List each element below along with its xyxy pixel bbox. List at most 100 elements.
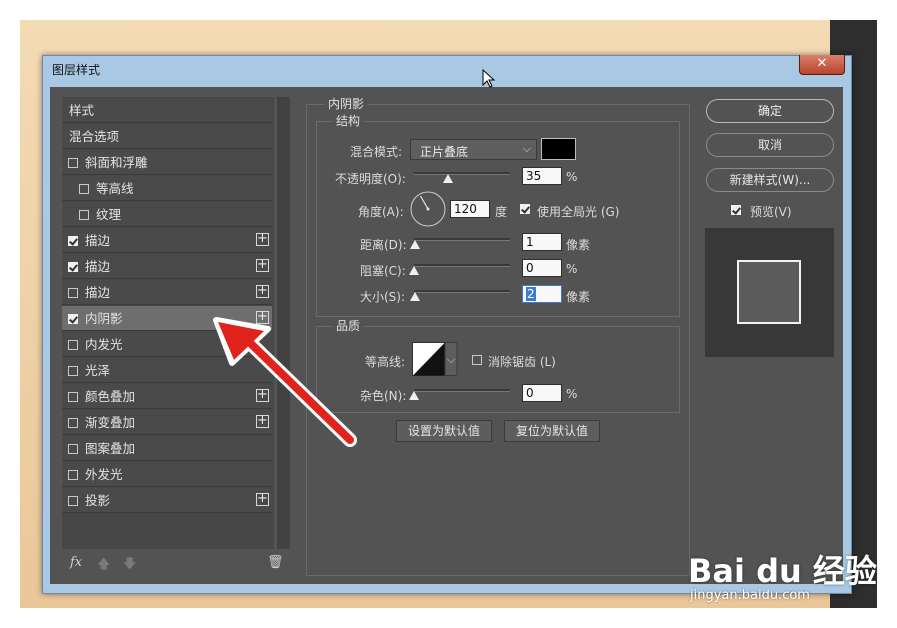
blend-mode-value: 正片叠底: [420, 145, 469, 159]
opacity-slider-thumb[interactable]: [442, 174, 453, 183]
red-arrow-annotation: [213, 317, 357, 447]
global-light-label: 使用全局光 (G): [537, 205, 620, 219]
distance-unit: 像素: [566, 238, 591, 252]
blend-mode-select[interactable]: 正片叠底 ⌵: [410, 139, 537, 160]
noise-input[interactable]: 0: [522, 384, 562, 402]
reset-default-button[interactable]: 复位为默认值: [504, 420, 600, 442]
style-list-checkbox[interactable]: [68, 314, 78, 324]
add-effect-icon[interactable]: +: [256, 258, 269, 272]
inner-shadow-title: 内阴影: [325, 95, 368, 112]
size-input-value: 2: [526, 287, 536, 301]
contour-chevron-icon: ⌵: [447, 353, 456, 366]
move-down-icon[interactable]: 🡇: [123, 555, 136, 577]
style-list-item-label: 外发光: [85, 467, 123, 482]
mouse-cursor-icon: [482, 69, 496, 88]
angle-dial[interactable]: [409, 190, 447, 228]
make-default-button[interactable]: 设置为默认值: [396, 420, 492, 442]
new-style-button[interactable]: 新建样式(W)...: [706, 168, 834, 192]
move-up-icon[interactable]: 🡅: [97, 555, 110, 577]
style-list-checkbox[interactable]: [68, 496, 78, 506]
contour-picker[interactable]: ⌵: [412, 342, 458, 377]
opacity-unit: %: [566, 170, 578, 184]
ok-button[interactable]: 确定: [706, 99, 834, 123]
shadow-color-swatch[interactable]: [541, 138, 576, 160]
style-list-item[interactable]: 外发光: [62, 462, 272, 487]
noise-label: 杂色(N):: [360, 389, 407, 403]
antialias-label: 消除锯齿 (L): [488, 355, 556, 369]
style-list-item-label: 渐变叠加: [85, 415, 136, 430]
style-list-checkbox[interactable]: [68, 444, 78, 454]
choke-input[interactable]: 0: [522, 259, 562, 277]
antialias-checkbox[interactable]: [472, 355, 482, 365]
style-list-checkbox[interactable]: [68, 470, 78, 480]
size-input[interactable]: 2: [522, 285, 562, 303]
style-list-checkbox[interactable]: [68, 236, 78, 246]
style-list-item-label: 投影: [85, 493, 111, 508]
angle-unit: 度: [495, 205, 508, 219]
style-list-item[interactable]: 样式: [62, 98, 272, 123]
close-button[interactable]: ✕: [799, 55, 845, 75]
global-light-checkbox[interactable]: [520, 204, 530, 214]
size-slider-thumb[interactable]: [409, 292, 420, 301]
distance-slider[interactable]: [414, 238, 510, 241]
add-effect-icon[interactable]: +: [256, 232, 269, 246]
style-list-checkbox[interactable]: [79, 210, 89, 220]
angle-label: 角度(A):: [358, 205, 404, 219]
contour-label: 等高线:: [365, 355, 406, 369]
style-list-toolbar: fx 🡅 🡇 🗑: [62, 553, 290, 575]
opacity-input[interactable]: 35: [522, 167, 562, 185]
choke-slider-thumb[interactable]: [409, 266, 419, 275]
choke-slider[interactable]: [414, 264, 510, 267]
fx-icon[interactable]: fx: [70, 555, 82, 570]
distance-input[interactable]: 1: [522, 233, 562, 251]
style-list-item-label: 光泽: [85, 363, 111, 378]
style-list-item-label: 等高线: [96, 181, 134, 196]
style-list-item[interactable]: 描边 +: [62, 228, 272, 253]
opacity-label: 不透明度(O):: [335, 172, 406, 186]
noise-unit: %: [566, 387, 578, 401]
add-effect-icon[interactable]: +: [256, 284, 269, 298]
size-unit: 像素: [566, 290, 591, 304]
cancel-button[interactable]: 取消: [706, 133, 834, 157]
trash-icon[interactable]: 🗑: [267, 555, 284, 570]
style-list-item-label: 描边: [85, 233, 111, 248]
style-list-item-label: 描边: [85, 259, 111, 274]
distance-label: 距离(D):: [360, 238, 407, 252]
style-list-item-label: 纹理: [96, 207, 122, 222]
add-effect-icon[interactable]: +: [256, 492, 269, 506]
style-preview: [705, 228, 834, 357]
style-list-item[interactable]: 纹理: [62, 202, 272, 227]
structure-title: 结构: [333, 112, 364, 129]
angle-input[interactable]: 120: [450, 200, 490, 218]
style-list-item[interactable]: 描边 +: [62, 254, 272, 279]
style-list-item-label: 混合选项: [69, 129, 120, 144]
style-list-checkbox[interactable]: [68, 366, 78, 376]
style-list-checkbox[interactable]: [68, 340, 78, 350]
style-list-checkbox[interactable]: [68, 262, 78, 272]
style-list-item-label: 样式: [69, 103, 95, 118]
style-list-item[interactable]: 等高线: [62, 176, 272, 201]
style-list-item[interactable]: 描边 +: [62, 280, 272, 305]
preview-checkbox[interactable]: [731, 205, 741, 215]
style-list-item[interactable]: 斜面和浮雕: [62, 150, 272, 175]
style-list-item-label: 内阴影: [85, 311, 123, 326]
chevron-down-icon: ⌵: [522, 142, 531, 155]
preview-swatch: [737, 260, 801, 324]
style-list-checkbox[interactable]: [68, 392, 78, 402]
distance-slider-thumb[interactable]: [409, 240, 420, 249]
style-list-checkbox[interactable]: [68, 288, 78, 298]
opacity-slider[interactable]: [414, 172, 510, 175]
style-list-item[interactable]: 投影 +: [62, 488, 272, 513]
noise-slider-thumb[interactable]: [409, 391, 419, 400]
noise-slider[interactable]: [414, 389, 510, 392]
baidu-watermark-url: jingyan.baidu.com: [690, 588, 810, 603]
style-list-checkbox[interactable]: [68, 418, 78, 428]
style-list-checkbox[interactable]: [79, 184, 89, 194]
preview-label: 预览(V): [750, 205, 792, 219]
style-list-item-label: 图案叠加: [85, 441, 136, 456]
choke-unit: %: [566, 262, 578, 276]
style-list-checkbox[interactable]: [68, 158, 78, 168]
style-list-item[interactable]: 混合选项: [62, 124, 272, 149]
style-list-item-label: 内发光: [85, 337, 123, 352]
size-slider[interactable]: [414, 290, 510, 293]
